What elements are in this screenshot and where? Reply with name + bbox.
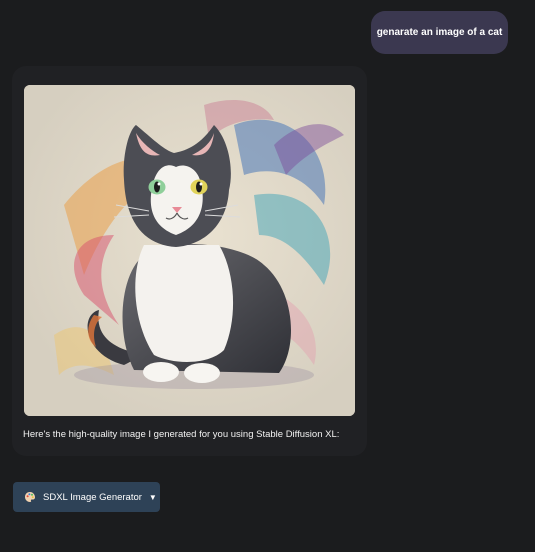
user-message-bubble: genarate an image of a cat xyxy=(371,11,508,54)
assistant-caption: Here's the high-quality image I generate… xyxy=(23,429,340,440)
sdxl-tool-dropdown-button[interactable]: SDXL Image Generator ▼ xyxy=(13,482,160,512)
cat-illustration xyxy=(24,85,355,416)
assistant-message-card: Here's the high-quality image I generate… xyxy=(12,66,367,456)
user-message-text: genarate an image of a cat xyxy=(376,27,503,38)
triangle-down-icon: ▼ xyxy=(148,492,157,502)
chat-page: genarate an image of a cat Here's the hi… xyxy=(0,0,535,552)
palette-icon xyxy=(25,492,35,502)
sdxl-tool-label: SDXL Image Generator xyxy=(43,491,142,503)
generated-cat-image[interactable] xyxy=(24,85,355,416)
